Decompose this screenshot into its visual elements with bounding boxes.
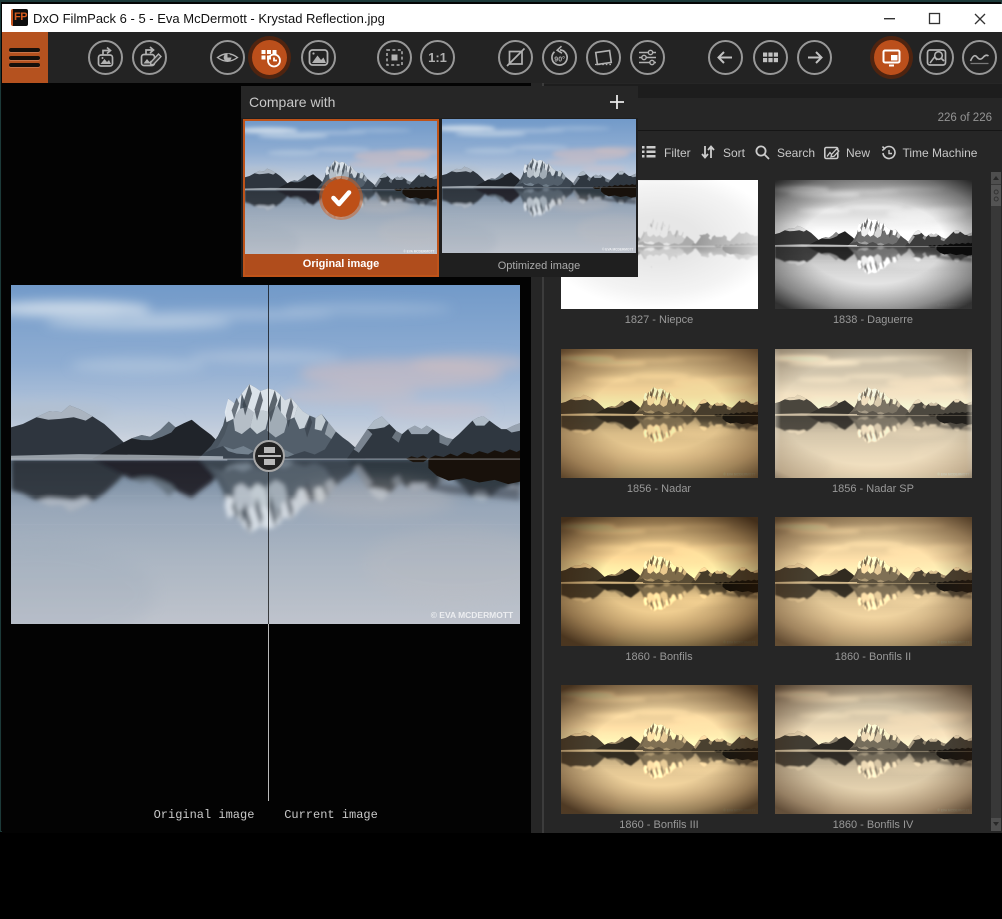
svg-text:90°: 90° — [554, 55, 565, 63]
